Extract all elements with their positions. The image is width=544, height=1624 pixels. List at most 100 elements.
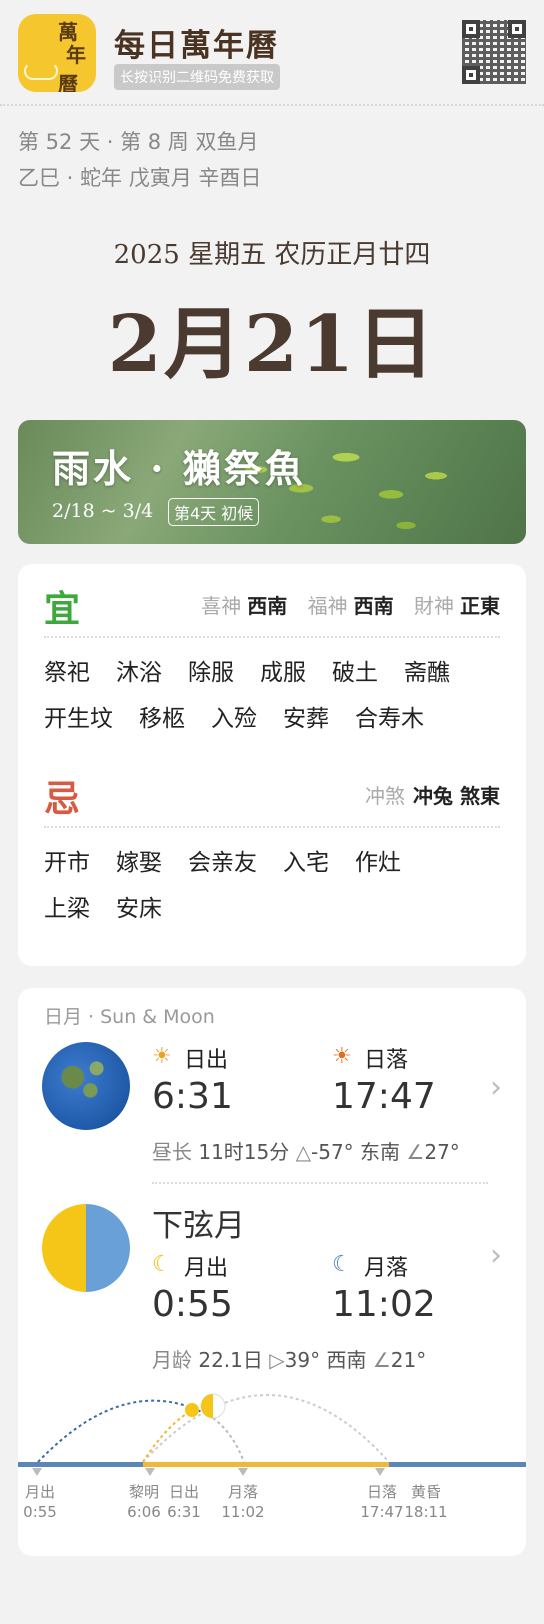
ji-activities: 开市 嫁娶 会亲友 入宅 作灶 上梁 安床	[44, 840, 504, 932]
yi-activity: 破土	[332, 660, 378, 686]
sunset-icon: ☀	[332, 1044, 352, 1069]
timeline-point: 日出 6:31	[164, 1482, 204, 1522]
yi-activity: 斋醮	[404, 660, 450, 686]
moon-altitude: 21°	[390, 1348, 427, 1372]
sun-arc-progress	[142, 1409, 194, 1463]
moon-age-value: 22.1日	[198, 1348, 263, 1372]
sun-meta: 昼长 11时15分 △-57° 东南 ∠27°	[152, 1136, 460, 1165]
qr-code-icon[interactable]	[462, 20, 526, 84]
chong-key: 冲煞	[365, 784, 406, 808]
moon-meta: 月龄 22.1日 ▷39° 西南 ∠21°	[152, 1344, 426, 1373]
app-logo[interactable]: 萬 年 曆	[18, 14, 96, 92]
god-value: 西南	[353, 594, 394, 618]
ganzhi-info: 乙巳 · 蛇年 戊寅月 辛酉日	[18, 166, 262, 190]
moonrise-time: 0:55	[152, 1284, 233, 1325]
arc-paths	[37, 1393, 390, 1463]
moon-azimuth: 39° 西南	[284, 1348, 367, 1372]
sunrise-icon: ☀	[152, 1044, 172, 1069]
timeline-time: 17:47	[360, 1503, 404, 1521]
timeline-point: 月出 0:55	[20, 1482, 60, 1522]
moonset-time: 11:02	[332, 1284, 436, 1325]
yi-activity: 安葬	[283, 706, 329, 732]
ji-activity: 开市	[44, 850, 90, 876]
moonrise-label: 月出	[184, 1256, 229, 1281]
yi-ji-card[interactable]: 宜 喜神 西南 福神 西南 財神 正東 祭祀 沐浴 除服 成服 破土 斋醮 开生坟 移柩 入殓 安葬合…	[18, 564, 526, 966]
moonset-icon: ☾	[332, 1252, 352, 1277]
sun-moon-card[interactable]: 日月 · Sun & Moon ☀ 日出 ☀ 日落 6:31 17:47 › 昼…	[18, 988, 526, 1556]
chevron-right-icon[interactable]: ›	[490, 1070, 502, 1105]
chevron-right-icon[interactable]: ›	[490, 1238, 502, 1273]
yi-activity: 祭祀	[44, 660, 90, 686]
app-header: 萬 年 曆 每日萬年曆 长按识别二维码免费获取	[0, 0, 544, 104]
cloud-icon	[24, 62, 58, 80]
sunset-label: 日落	[364, 1048, 409, 1073]
sun-marker-icon	[185, 1403, 199, 1417]
daylight-bar	[143, 1462, 389, 1467]
solar-term-badge: 第4天 初候	[168, 498, 260, 526]
god-key: 財神	[414, 594, 454, 618]
moonset-label: 月落	[364, 1256, 409, 1281]
altitude-icon: ∠	[406, 1140, 425, 1164]
sun-moon-timeline: 月出 0:55 黎明 6:06 日出 6:31 月落 11:02 日落 17:47 黄昏 1…	[18, 1378, 526, 1548]
azimuth-icon: ▷	[269, 1348, 285, 1372]
ji-divider	[44, 826, 500, 828]
timeline-label: 黄昏	[410, 1483, 441, 1501]
logo-char-3: 曆	[58, 72, 78, 92]
timeline-time: 18:11	[404, 1503, 448, 1521]
logo-char-1: 萬	[58, 20, 78, 44]
solar-term-banner[interactable]: 雨水 · 獺祭魚 2/18 ~ 3/4 第4天 初候	[18, 420, 526, 544]
yi-activity: 沐浴	[116, 660, 162, 686]
timeline-time: 6:06	[127, 1503, 161, 1521]
timeline-time: 6:31	[167, 1503, 201, 1521]
yi-activity: 除服	[188, 660, 234, 686]
ji-activity: 入宅	[283, 850, 329, 876]
sunrise-time: 6:31	[152, 1076, 233, 1117]
big-date[interactable]: 2月21日	[0, 282, 544, 394]
sunrise-label: 日出	[184, 1048, 229, 1073]
tick-marker	[145, 1468, 155, 1476]
app-subtitle: 长按识别二维码免费获取	[114, 64, 280, 90]
solar-term-name: 雨水 · 獺祭魚	[52, 446, 306, 491]
timeline-point: 月落 11:02	[221, 1482, 265, 1522]
god-key: 喜神	[201, 594, 242, 618]
timeline-label: 日落	[366, 1483, 397, 1501]
timeline-label: 黎明	[128, 1483, 159, 1501]
tick-marker	[238, 1468, 248, 1476]
timeline-label: 月出	[24, 1483, 55, 1501]
chong-value: 冲兔 煞東	[413, 784, 500, 808]
day-week-info: 第 52 天 · 第 8 周 双鱼月	[18, 130, 259, 154]
sun-moon-title: 日月 · Sun & Moon	[44, 1006, 215, 1028]
solar-term-range: 2/18 ~ 3/4	[52, 500, 154, 522]
sun-moon-divider	[152, 1182, 488, 1184]
tick-marker	[32, 1468, 42, 1476]
timeline-point: 黎明 6:06	[122, 1482, 166, 1522]
azimuth-icon: △	[295, 1140, 312, 1164]
day-length-key: 昼长	[152, 1140, 192, 1164]
ji-activity: 嫁娶	[116, 850, 162, 876]
timeline-point: 日落 17:47	[360, 1482, 404, 1522]
ji-activity: 作灶	[355, 850, 401, 876]
yi-activities: 祭祀 沐浴 除服 成服 破土 斋醮 开生坟 移柩 入殓 安葬 合寿木	[44, 650, 504, 742]
moon-phase-name: 下弦月	[152, 1208, 245, 1244]
sunset-time: 17:47	[332, 1076, 436, 1117]
yi-icon: 宜	[44, 588, 81, 630]
yi-divider	[44, 636, 500, 638]
moon-age-key: 月龄	[152, 1348, 192, 1372]
ji-icon: 忌	[44, 778, 81, 820]
chong-sha: 冲煞 冲兔 煞東	[365, 780, 500, 809]
timeline-time: 11:02	[221, 1503, 265, 1521]
ji-activity: 会亲友	[188, 850, 257, 876]
logo-char-2: 年	[66, 43, 86, 67]
sun-arc	[142, 1394, 390, 1463]
yi-activity: 移柩	[139, 706, 185, 732]
moon-phase-icon	[42, 1204, 130, 1292]
app-title: 每日萬年曆	[114, 28, 279, 64]
yi-activity: 成服	[260, 660, 306, 686]
god-value: 西南	[247, 594, 288, 618]
yi-activity: 合寿木	[355, 706, 424, 732]
sun-azimuth: -57° 东南	[311, 1140, 401, 1164]
moon-arc-rest	[212, 1417, 245, 1463]
timeline-label: 日出	[168, 1483, 199, 1501]
yi-activity: 开生坟	[44, 706, 113, 732]
sun-altitude: 27°	[424, 1140, 460, 1164]
